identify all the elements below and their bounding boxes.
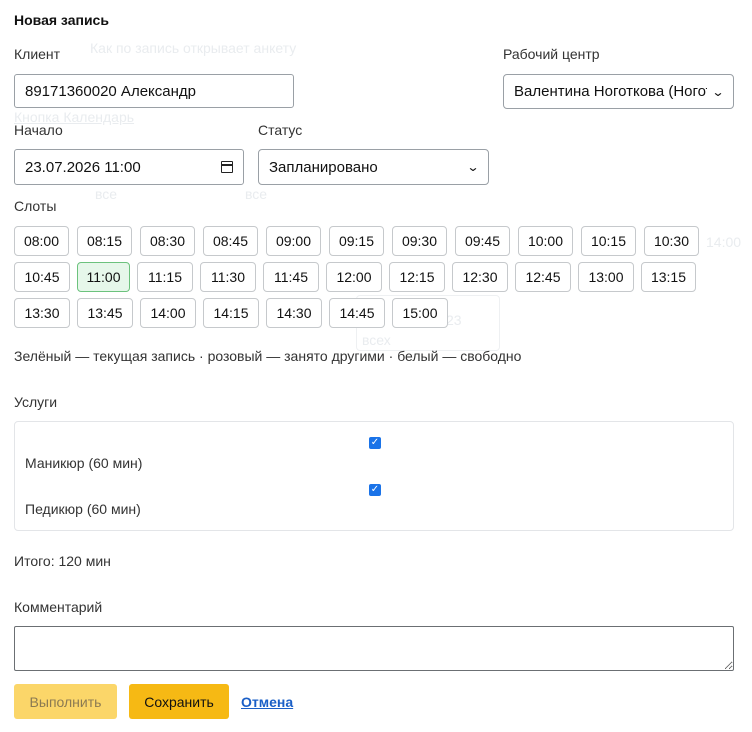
service-checkbox-manicure[interactable]: ✓: [369, 437, 381, 449]
start-datetime-value: 23.07.2026 11:00: [25, 158, 141, 176]
slot-button[interactable]: 11:45: [263, 262, 319, 292]
chevron-down-icon: ⌄: [466, 160, 480, 174]
slot-button[interactable]: 13:30: [14, 298, 70, 328]
slot-button[interactable]: 08:30: [140, 226, 195, 256]
service-label-manicure: Маникюр (60 мин): [25, 455, 143, 471]
background-card-number: 23: [446, 312, 462, 328]
services-label: Услуги: [14, 394, 58, 410]
service-label-pedicure: Педикюр (60 мин): [25, 501, 141, 517]
workplace-select-value: Валентина Ноготкова (Ногот: [514, 83, 707, 100]
client-label: Клиент: [14, 46, 61, 62]
service-checkbox-pedicure[interactable]: ✓: [369, 484, 381, 496]
slot-button[interactable]: 10:15: [581, 226, 636, 256]
slot-button[interactable]: 12:15: [389, 262, 445, 292]
slot-button[interactable]: 09:30: [392, 226, 447, 256]
slot-button[interactable]: 11:15: [137, 262, 193, 292]
slot-button[interactable]: 10:00: [518, 226, 573, 256]
status-select[interactable]: Запланировано ⌄: [258, 149, 489, 185]
start-datetime-input[interactable]: 23.07.2026 11:00: [14, 149, 244, 185]
comment-label: Комментарий: [14, 599, 103, 615]
start-label: Начало: [14, 122, 63, 138]
slot-button[interactable]: 14:30: [266, 298, 322, 328]
cancel-link[interactable]: Отмена: [241, 694, 293, 710]
slots-label: Слоты: [14, 198, 57, 214]
status-label: Статус: [258, 122, 303, 138]
slot-button[interactable]: 09:45: [455, 226, 510, 256]
slot-button[interactable]: 08:45: [203, 226, 258, 256]
slot-button[interactable]: 12:30: [452, 262, 508, 292]
save-button[interactable]: Сохранить: [129, 684, 229, 719]
slot-button[interactable]: 14:15: [203, 298, 259, 328]
background-card-text: всех: [362, 332, 391, 348]
slot-button[interactable]: 11:30: [200, 262, 256, 292]
slot-button[interactable]: 12:00: [326, 262, 382, 292]
slots-legend: Зелёный — текущая запись · розовый — зан…: [14, 348, 522, 364]
slot-button[interactable]: 13:45: [77, 298, 133, 328]
client-input[interactable]: 89171360020 Александр: [14, 74, 294, 108]
slot-button[interactable]: 09:00: [266, 226, 321, 256]
client-input-value: 89171360020 Александр: [25, 82, 196, 100]
services-list: ✓ Маникюр (60 мин) ✓ Педикюр (60 мин): [14, 421, 734, 531]
background-time-text: 14:00: [706, 234, 742, 250]
slot-button[interactable]: 13:00: [578, 262, 634, 292]
slot-button[interactable]: 14:45: [329, 298, 385, 328]
slot-button[interactable]: 15:00: [392, 298, 448, 328]
slot-button[interactable]: 12:45: [515, 262, 571, 292]
status-select-value: Запланировано: [269, 158, 378, 176]
comment-textarea[interactable]: [14, 626, 734, 671]
page-title: Новая запись: [14, 12, 109, 28]
slot-button[interactable]: 11:00: [77, 262, 130, 292]
slot-button[interactable]: 08:00: [14, 226, 69, 256]
done-button[interactable]: Выполнить: [14, 684, 117, 719]
slot-button[interactable]: 10:30: [644, 226, 699, 256]
slot-button[interactable]: 08:15: [77, 226, 132, 256]
workplace-label: Рабочий центр: [503, 46, 600, 62]
background-hint-text: Как по запись открывает анкету: [90, 40, 297, 56]
chevron-down-icon: ⌄: [711, 84, 725, 99]
slot-button[interactable]: 13:15: [641, 262, 696, 292]
background-filter-1: все: [95, 186, 118, 202]
slot-button[interactable]: 10:45: [14, 262, 70, 292]
calendar-icon[interactable]: [221, 161, 233, 173]
total-duration: Итого: 120 мин: [14, 553, 111, 569]
slot-button[interactable]: 09:15: [329, 226, 384, 256]
background-filter-2: все: [245, 186, 268, 202]
workplace-select[interactable]: Валентина Ноготкова (Ногот ⌄: [503, 74, 734, 109]
slot-button[interactable]: 14:00: [140, 298, 196, 328]
